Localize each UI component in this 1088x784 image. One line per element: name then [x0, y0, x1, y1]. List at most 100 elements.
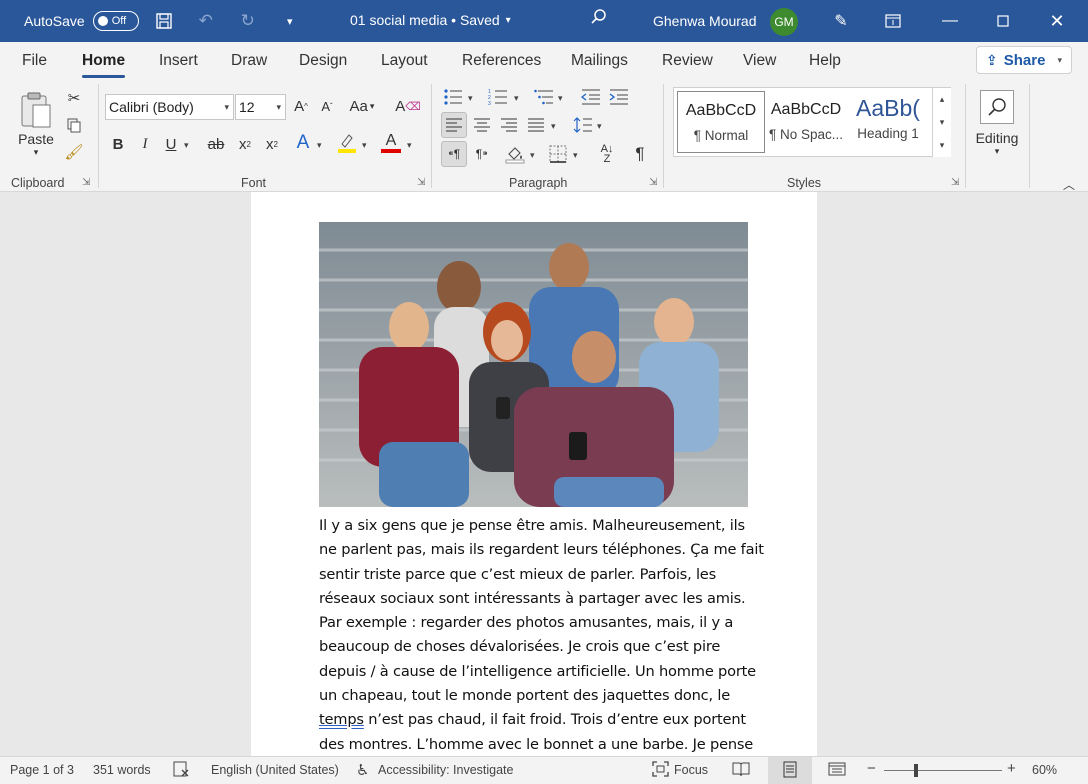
clear-formatting-icon[interactable]: A ⌫	[395, 94, 421, 118]
styles-scroll-up[interactable]: ▴	[932, 88, 951, 111]
chevron-down-icon[interactable]: ▾	[468, 93, 473, 104]
document-title[interactable]: 01 social media • Saved ▾	[350, 12, 511, 28]
chevron-down-icon[interactable]: ▾	[551, 121, 556, 132]
styles-scroll-down[interactable]: ▾	[932, 111, 951, 134]
undo-icon[interactable]: ↶	[189, 7, 223, 35]
tab-file[interactable]: File	[22, 52, 47, 70]
style-no-spacing[interactable]: AaBbCcD ¶ No Spac...	[762, 91, 850, 153]
tab-design[interactable]: Design	[299, 52, 347, 70]
minimize-icon[interactable]: —	[935, 8, 965, 34]
align-left-icon[interactable]	[441, 112, 467, 138]
proofing-underlined-word[interactable]: temps	[319, 711, 364, 728]
save-icon[interactable]	[147, 7, 181, 35]
text-effects-icon[interactable]: A	[292, 130, 314, 156]
read-mode-icon[interactable]	[732, 761, 750, 781]
highlight-icon[interactable]	[335, 130, 359, 156]
rtl-text-icon[interactable]: ¶⁍	[470, 141, 494, 167]
multilevel-list-icon[interactable]	[533, 86, 555, 108]
tab-references[interactable]: References	[462, 52, 541, 70]
chevron-down-icon[interactable]: ▾	[184, 140, 189, 151]
align-right-icon[interactable]	[497, 112, 521, 138]
chevron-down-icon[interactable]: ▾	[362, 140, 367, 151]
increase-indent-icon[interactable]	[608, 86, 630, 108]
focus-label[interactable]: Focus	[674, 763, 708, 777]
zoom-slider-track[interactable]	[884, 770, 1002, 771]
tab-insert[interactable]: Insert	[159, 52, 198, 70]
paste-button[interactable]: Paste ▾	[16, 86, 56, 162]
maximize-icon[interactable]	[988, 8, 1018, 34]
proofing-icon[interactable]	[173, 761, 190, 782]
align-center-icon[interactable]	[470, 112, 494, 138]
tab-layout[interactable]: Layout	[381, 52, 428, 70]
sort-icon[interactable]: A↓ Z	[594, 141, 620, 167]
styles-more[interactable]: ▾	[932, 134, 951, 157]
designer-icon[interactable]: ✎	[826, 8, 856, 34]
font-size-select[interactable]: 12 ▾	[235, 94, 286, 120]
strikethrough-icon[interactable]: ab	[204, 132, 228, 156]
copy-icon[interactable]	[64, 115, 84, 135]
dialog-launcher-icon[interactable]: ⇲	[417, 177, 425, 188]
language-status[interactable]: English (United States)	[211, 763, 339, 777]
bold-icon[interactable]: B	[108, 132, 128, 156]
change-case-button[interactable]: Aa ▾	[345, 94, 379, 118]
justify-icon[interactable]	[524, 112, 548, 138]
shrink-font-icon[interactable]: Aˇ	[316, 94, 338, 118]
accessibility-icon[interactable]: ♿	[356, 761, 369, 779]
chevron-down-icon[interactable]: ▾	[597, 121, 602, 132]
ribbon-display-icon[interactable]	[878, 8, 908, 34]
chevron-down-icon[interactable]: ▾	[317, 140, 322, 151]
superscript-icon[interactable]: x2	[262, 132, 282, 156]
chevron-down-icon[interactable]: ▾	[573, 150, 578, 161]
redo-icon[interactable]: ↻	[231, 7, 265, 35]
collapse-ribbon-icon[interactable]: ︿	[1063, 176, 1075, 193]
bullets-icon[interactable]	[442, 86, 464, 108]
tab-view[interactable]: View	[743, 52, 776, 70]
cut-icon[interactable]: ✂	[64, 88, 84, 108]
borders-icon[interactable]	[546, 141, 570, 167]
autosave-toggle[interactable]: Off	[92, 11, 139, 31]
zoom-in-icon[interactable]: +	[1007, 760, 1016, 777]
chevron-down-icon[interactable]: ▾	[530, 150, 535, 161]
line-spacing-icon[interactable]	[572, 112, 594, 138]
dialog-launcher-icon[interactable]: ⇲	[82, 177, 90, 188]
search-icon[interactable]	[590, 8, 608, 31]
tab-mailings[interactable]: Mailings	[571, 52, 628, 70]
chevron-down-icon[interactable]: ▾	[514, 93, 519, 104]
editing-button[interactable]: Editing ▾	[974, 84, 1020, 162]
subscript-icon[interactable]: x2	[235, 132, 255, 156]
underline-icon[interactable]: U	[161, 132, 181, 156]
user-name[interactable]: Ghenwa Mourad	[653, 13, 757, 29]
zoom-level[interactable]: 60%	[1032, 763, 1057, 777]
show-formatting-icon[interactable]: ¶	[628, 141, 652, 167]
share-button[interactable]: ⇪ Share ▾	[976, 46, 1072, 74]
close-icon[interactable]: ✕	[1042, 8, 1072, 34]
chevron-down-icon[interactable]: ▾	[407, 140, 412, 151]
style-normal[interactable]: AaBbCcD ¶ Normal	[677, 91, 765, 153]
tab-help[interactable]: Help	[809, 52, 841, 70]
accessibility-status[interactable]: Accessibility: Investigate	[378, 763, 513, 777]
document-body-text[interactable]: Il y a six gens que je pense être amis. …	[319, 514, 764, 756]
zoom-out-icon[interactable]: −	[867, 760, 876, 777]
document-page[interactable]: Il y a six gens que je pense être amis. …	[251, 192, 817, 756]
inline-photo[interactable]	[319, 222, 748, 507]
zoom-slider-thumb[interactable]	[914, 764, 918, 777]
shading-icon[interactable]	[503, 141, 527, 167]
focus-icon[interactable]	[652, 761, 669, 781]
word-count[interactable]: 351 words	[93, 763, 151, 777]
chevron-down-icon[interactable]: ▾	[558, 93, 563, 104]
numbering-icon[interactable]: 123	[487, 86, 509, 108]
dialog-launcher-icon[interactable]: ⇲	[649, 177, 657, 188]
font-name-select[interactable]: Calibri (Body) ▾	[105, 94, 234, 120]
tab-review[interactable]: Review	[662, 52, 713, 70]
customize-toolbar-icon[interactable]: ▾	[273, 7, 307, 35]
print-layout-icon[interactable]	[782, 761, 798, 782]
web-layout-icon[interactable]	[828, 761, 846, 781]
format-painter-icon[interactable]: 🖌	[64, 142, 84, 162]
tab-home[interactable]: Home	[82, 52, 126, 78]
avatar[interactable]: GM	[770, 8, 798, 36]
italic-icon[interactable]: I	[135, 132, 155, 156]
decrease-indent-icon[interactable]	[580, 86, 602, 108]
grow-font-icon[interactable]: A ^	[290, 94, 312, 118]
style-heading-1[interactable]: AaBb( Heading 1	[848, 91, 928, 153]
font-color-icon[interactable]: A	[379, 130, 403, 156]
